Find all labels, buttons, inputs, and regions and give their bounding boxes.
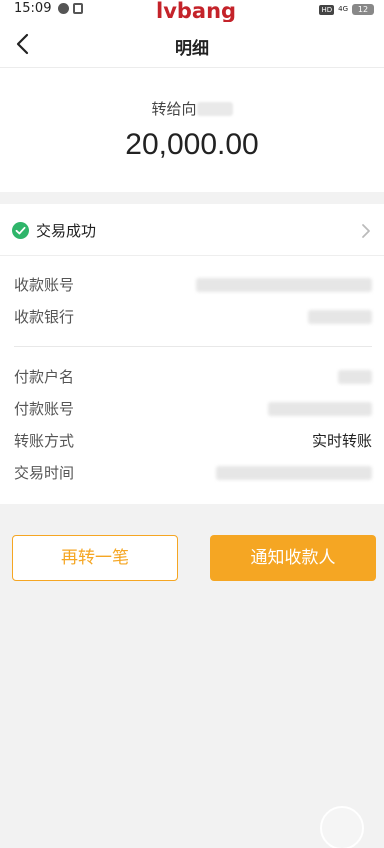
- transfer-amount: 20,000.00: [125, 128, 259, 161]
- transfer-method-value: 实时转账: [311, 432, 372, 450]
- info-label: 付款账号: [14, 400, 75, 418]
- receiver-account-redacted: [196, 278, 372, 292]
- receiver-bank-row: 收款银行: [0, 306, 384, 330]
- payer-account-redacted: [268, 402, 372, 416]
- payer-account-row: 付款账号: [0, 398, 384, 422]
- battery-icon: 12: [352, 4, 374, 15]
- chevron-right-icon: [362, 224, 370, 238]
- transaction-time-row: 交易时间: [0, 462, 384, 486]
- payer-name-row: 付款户名: [0, 366, 384, 390]
- status-bar: 15:09 lvbang HD 4G 12: [0, 0, 384, 23]
- status-time: 15:09: [14, 1, 52, 16]
- recipient-prefix: 转给向: [151, 100, 197, 118]
- transaction-status-row[interactable]: 交易成功: [0, 204, 384, 256]
- success-check-icon: [12, 222, 29, 239]
- receiver-account-row: 收款账号: [0, 274, 384, 298]
- receiver-bank-redacted: [308, 310, 372, 324]
- payer-name-redacted: [338, 370, 372, 384]
- amount-card: 转给向 20,000.00: [0, 68, 384, 192]
- hd-icon: HD: [319, 4, 335, 15]
- transfer-again-button[interactable]: 再转一笔: [12, 535, 178, 581]
- recipient-line: 转给向: [0, 98, 384, 119]
- notify-payee-button[interactable]: 通知收款人: [210, 535, 376, 581]
- notification-icons: [58, 3, 83, 14]
- recipient-name-redacted: [196, 102, 233, 116]
- signal-icon: 4G: [338, 5, 348, 13]
- page-title: 明细: [175, 39, 209, 59]
- transaction-status-text: 交易成功: [36, 222, 97, 240]
- info-label: 收款银行: [14, 308, 75, 326]
- info-label: 交易时间: [14, 464, 75, 482]
- detail-card: 交易成功 收款账号 收款银行 付款户名 付款账号 转账方式 实时转账 交易时间: [0, 204, 384, 504]
- watermark-text: lvbang: [156, 0, 237, 23]
- transfer-method-row: 转账方式 实时转账: [0, 430, 384, 454]
- info-label: 转账方式: [14, 432, 75, 450]
- navigation-bar: 明细: [0, 22, 384, 68]
- section-divider: [14, 346, 372, 347]
- transaction-time-redacted: [216, 466, 372, 480]
- status-right-icons: HD 4G 12: [319, 4, 374, 15]
- floating-assist-button[interactable]: [320, 806, 364, 848]
- message-icon: [58, 3, 69, 14]
- info-label: 付款户名: [14, 368, 75, 386]
- info-label: 收款账号: [14, 276, 75, 294]
- app-notification-icon: [73, 3, 83, 14]
